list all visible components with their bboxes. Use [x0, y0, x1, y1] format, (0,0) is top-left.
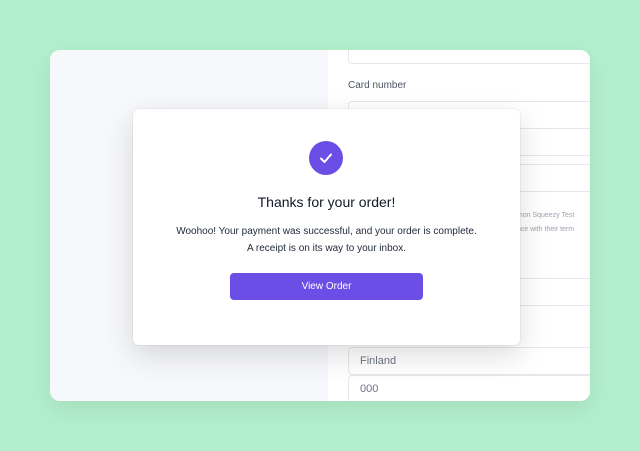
check-icon: [309, 141, 343, 175]
modal-title: Thanks for your order!: [257, 194, 396, 210]
email-field[interactable]: [348, 50, 590, 64]
modal-message-line-2: A receipt is on its way to your inbox.: [247, 243, 406, 254]
modal-message-line-1: Woohoo! Your payment was successful, and…: [176, 226, 477, 237]
country-select[interactable]: Finland: [348, 347, 590, 375]
view-order-button[interactable]: View Order: [230, 273, 423, 300]
postal-code-input[interactable]: 000: [348, 375, 590, 401]
card-number-label: Card number: [348, 80, 407, 91]
legal-text-line-2: ance with their term: [513, 226, 575, 233]
order-success-modal: Thanks for your order! Woohoo! Your paym…: [133, 109, 520, 345]
legal-text-line-1: emon Squeezy Test: [513, 212, 575, 219]
